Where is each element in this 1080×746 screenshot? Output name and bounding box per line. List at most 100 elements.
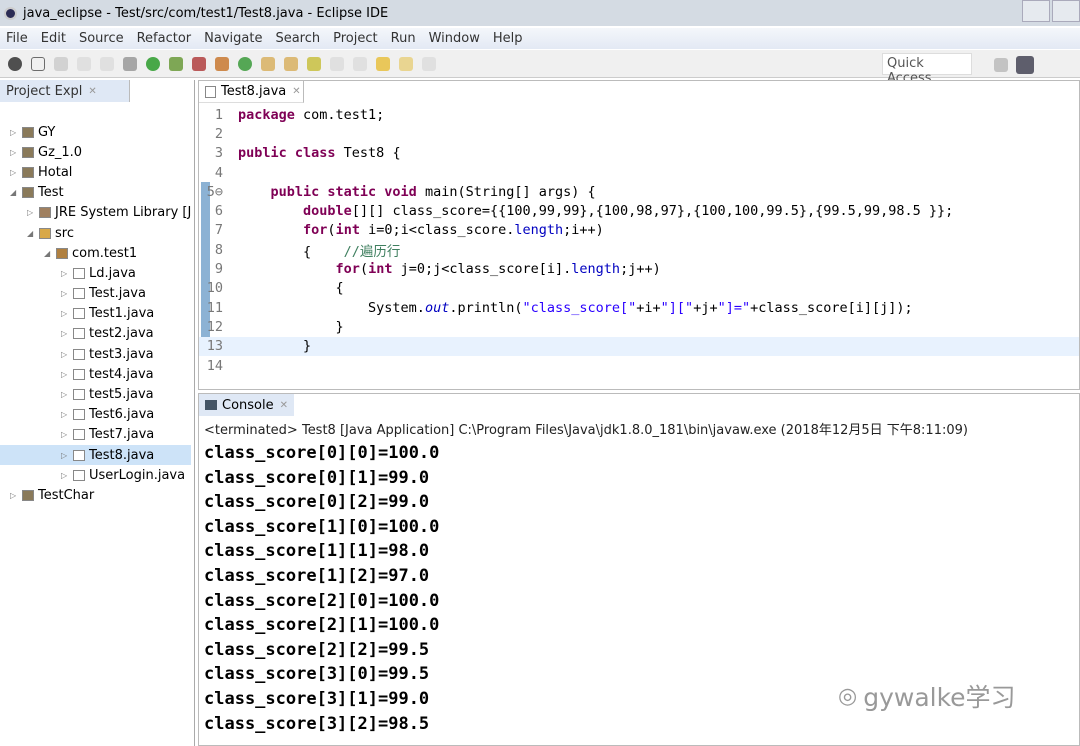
code-token: "class_score[" xyxy=(522,299,637,316)
menu-search[interactable]: Search xyxy=(275,31,320,46)
tab-label: Test8.java xyxy=(221,84,287,99)
window-title: java_eclipse - Test/src/com/test1/Test8.… xyxy=(23,5,389,21)
menu-navigate[interactable]: Navigate xyxy=(204,31,262,46)
menu-window[interactable]: Window xyxy=(429,31,480,46)
code-editor[interactable]: Test8.java ✕ 1 package com.test1; 2 3 public … xyxy=(198,80,1080,390)
annotation-icon[interactable] xyxy=(330,56,344,71)
java-perspective-icon[interactable] xyxy=(1016,56,1034,74)
code-token: +class_score[i][j]); xyxy=(750,299,913,316)
expand-toggle-icon[interactable]: ▷ xyxy=(61,370,71,379)
close-icon[interactable]: ✕ xyxy=(280,400,288,411)
nav-icon[interactable] xyxy=(77,56,91,71)
code-text: double[][] class_score={{100,99,99},{100… xyxy=(238,203,953,219)
tree-item[interactable]: ▷ test3.java xyxy=(0,344,191,364)
menu-edit[interactable]: Edit xyxy=(41,31,66,46)
user-icon[interactable] xyxy=(8,56,22,71)
tree-item[interactable]: ▷ Ld.java xyxy=(0,263,191,283)
tree-item-label: TestChar xyxy=(38,487,95,503)
console-line: class_score[0][1]=99.0 xyxy=(204,467,430,488)
annotation-icon[interactable] xyxy=(353,56,367,71)
tree-item[interactable]: ▷ GY xyxy=(0,122,191,142)
open-type-icon[interactable] xyxy=(261,56,275,71)
tab-console[interactable]: Console ✕ xyxy=(199,394,294,416)
tree-item-label: test2.java xyxy=(89,326,154,342)
tree-item[interactable]: ▷ Test.java xyxy=(0,284,191,304)
tree-item[interactable]: ▷ Test6.java xyxy=(0,405,191,425)
tree-item[interactable]: ▷ Test7.java xyxy=(0,425,191,445)
menu-source[interactable]: Source xyxy=(79,31,124,46)
expand-toggle-icon[interactable]: ▷ xyxy=(61,390,71,399)
maximize-button[interactable] xyxy=(1052,0,1080,22)
project-icon xyxy=(22,166,34,178)
expand-toggle-icon[interactable]: ▷ xyxy=(61,430,71,439)
tree-item[interactable]: ▷ Hotal xyxy=(0,162,191,182)
tree-item[interactable]: ▷ Test1.java xyxy=(0,304,191,324)
nav-icon[interactable] xyxy=(100,56,114,71)
close-icon[interactable]: ✕ xyxy=(292,86,300,97)
code-token: i=0;i<class_score. xyxy=(359,222,515,239)
pin-icon[interactable] xyxy=(54,56,68,71)
menu-help[interactable]: Help xyxy=(493,31,523,46)
quick-access-input[interactable]: Quick Access xyxy=(882,53,972,86)
expand-toggle-icon[interactable]: ◢ xyxy=(44,249,54,258)
forward-icon[interactable] xyxy=(399,56,413,71)
expand-toggle-icon[interactable]: ▷ xyxy=(61,350,71,359)
debug-icon[interactable] xyxy=(123,56,137,71)
tree-item[interactable]: ◢ src xyxy=(0,223,191,243)
expand-toggle-icon[interactable]: ▷ xyxy=(10,168,20,177)
tree-item[interactable]: ◢ com.test1 xyxy=(0,243,191,263)
expand-toggle-icon[interactable]: ◢ xyxy=(10,188,20,197)
tab-test8-java[interactable]: Test8.java ✕ xyxy=(199,81,304,103)
menu-refactor[interactable]: Refactor xyxy=(137,31,192,46)
project-icon xyxy=(22,187,34,199)
expand-toggle-icon[interactable]: ▷ xyxy=(61,269,71,278)
expand-toggle-icon[interactable]: ▷ xyxy=(10,491,20,500)
coverage-icon[interactable] xyxy=(169,56,183,71)
tree-item[interactable]: ◢ Test xyxy=(0,183,191,203)
external-tools-icon[interactable] xyxy=(192,56,206,71)
code-token: Test8 { xyxy=(335,145,401,162)
console-line: class_score[2][1]=100.0 xyxy=(204,615,440,636)
tree-item[interactable]: ▷ TestChar xyxy=(0,485,191,505)
java-icon xyxy=(73,348,85,360)
tab-project-explorer[interactable]: Project Expl ✕ xyxy=(0,80,130,102)
expand-toggle-icon[interactable]: ▷ xyxy=(61,471,71,480)
menu-bar: File Edit Source Refactor Navigate Search Proj… xyxy=(0,28,1080,49)
new-class-icon[interactable] xyxy=(238,56,252,71)
expand-toggle-icon[interactable]: ▷ xyxy=(61,410,71,419)
code-line: 1 package com.test1; xyxy=(199,105,1079,124)
expand-toggle-icon[interactable]: ▷ xyxy=(10,148,20,157)
expand-toggle-icon[interactable]: ▷ xyxy=(27,208,37,217)
expand-toggle-icon[interactable]: ▷ xyxy=(61,329,71,338)
menu-run[interactable]: Run xyxy=(391,31,416,46)
tree-item[interactable]: ▷ test4.java xyxy=(0,364,191,384)
code-token: package xyxy=(238,106,295,123)
search-icon[interactable] xyxy=(307,56,321,71)
forward-icon[interactable] xyxy=(422,56,436,71)
open-task-icon[interactable] xyxy=(284,56,298,71)
expand-toggle-icon[interactable]: ◢ xyxy=(27,229,37,238)
wechat-icon: ◎ xyxy=(838,683,858,709)
tree-item[interactable]: ▷ UserLogin.java xyxy=(0,465,191,485)
close-icon[interactable]: ✕ xyxy=(88,86,96,97)
select-tool-icon[interactable] xyxy=(31,56,45,71)
menu-project[interactable]: Project xyxy=(333,31,377,46)
console-line: class_score[0][0]=100.0 xyxy=(204,443,440,463)
menu-file[interactable]: File xyxy=(6,31,28,46)
tree-item[interactable]: ▷ JRE System Library [J xyxy=(0,203,191,223)
perspective-icon[interactable] xyxy=(994,58,1008,72)
tree-item-label: Gz_1.0 xyxy=(38,144,83,160)
tree-item[interactable]: ▷ test5.java xyxy=(0,384,191,404)
minimize-button[interactable] xyxy=(1022,0,1050,22)
expand-toggle-icon[interactable]: ▷ xyxy=(10,128,20,137)
run-icon[interactable] xyxy=(146,56,160,71)
expand-toggle-icon[interactable]: ▷ xyxy=(61,309,71,318)
tree-item[interactable]: ▷ test2.java xyxy=(0,324,191,344)
new-icon[interactable] xyxy=(215,56,229,71)
tree-item[interactable]: ▷ Gz_1.0 xyxy=(0,142,191,162)
tree-item[interactable]: ▷ Test8.java xyxy=(0,445,192,466)
back-icon[interactable] xyxy=(376,56,390,71)
expand-toggle-icon[interactable]: ▷ xyxy=(61,289,71,298)
expand-toggle-icon[interactable]: ▷ xyxy=(61,451,71,460)
